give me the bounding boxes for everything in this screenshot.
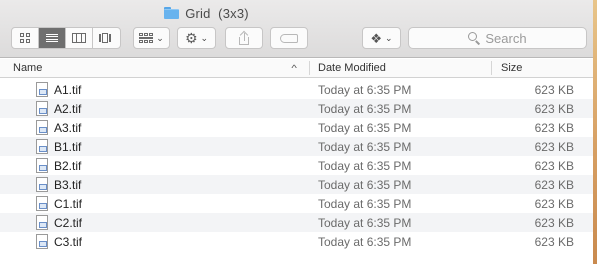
tiff-file-icon bbox=[36, 234, 48, 249]
file-name: C2.tif bbox=[54, 216, 83, 230]
dropbox-button[interactable]: ❖ ⌄ bbox=[362, 27, 401, 49]
action-button[interactable]: ⚙ ⌄ bbox=[177, 27, 216, 49]
file-row[interactable]: C3.tif Today at 6:35 PM 623 KB bbox=[0, 232, 593, 251]
tiff-file-icon bbox=[36, 177, 48, 192]
dropbox-icon: ❖ bbox=[370, 30, 383, 46]
tiff-file-icon bbox=[36, 82, 48, 97]
cover-flow-view-icon bbox=[98, 33, 115, 43]
title-bar: Grid (3x3) bbox=[0, 4, 593, 22]
file-name: A3.tif bbox=[54, 121, 82, 135]
chevron-down-icon: ⌄ bbox=[156, 32, 164, 43]
chevron-down-icon: ⌄ bbox=[200, 32, 209, 43]
file-date: Today at 6:35 PM bbox=[318, 197, 412, 211]
file-size: 623 KB bbox=[534, 121, 574, 135]
tiff-file-icon bbox=[36, 215, 48, 230]
toolbar: Grid (3x3) ⌄ ⚙ ⌄ ❖ ⌄ Search bbox=[0, 0, 593, 58]
file-row[interactable]: B2.tif Today at 6:35 PM 623 KB bbox=[0, 156, 593, 175]
column-header-name[interactable]: Name bbox=[13, 59, 307, 77]
file-date: Today at 6:35 PM bbox=[318, 159, 412, 173]
file-date: Today at 6:35 PM bbox=[318, 121, 412, 135]
column-header-size[interactable]: Size bbox=[501, 59, 522, 77]
file-size: 623 KB bbox=[534, 216, 574, 230]
file-name: A1.tif bbox=[54, 83, 82, 97]
file-date: Today at 6:35 PM bbox=[318, 178, 412, 192]
column-header-date-label: Date Modified bbox=[318, 62, 386, 74]
icon-view-button[interactable] bbox=[12, 28, 39, 48]
file-row[interactable]: A2.tif Today at 6:35 PM 623 KB bbox=[0, 99, 593, 118]
file-list: A1.tif Today at 6:35 PM 623 KB A2.tif To… bbox=[0, 80, 593, 251]
file-name: B1.tif bbox=[54, 140, 82, 154]
file-date: Today at 6:35 PM bbox=[318, 235, 412, 249]
share-button[interactable] bbox=[225, 27, 263, 49]
file-size: 623 KB bbox=[534, 197, 574, 211]
file-date: Today at 6:35 PM bbox=[318, 83, 412, 97]
list-view-button[interactable] bbox=[39, 28, 66, 48]
folder-icon bbox=[164, 7, 180, 19]
tag-icon bbox=[280, 33, 298, 43]
file-size: 623 KB bbox=[534, 102, 574, 116]
column-view-button[interactable] bbox=[66, 28, 93, 48]
tiff-file-icon bbox=[36, 196, 48, 211]
file-name: C3.tif bbox=[54, 235, 83, 249]
cover-flow-view-button[interactable] bbox=[93, 28, 120, 48]
file-size: 623 KB bbox=[534, 178, 574, 192]
tiff-file-icon bbox=[36, 158, 48, 173]
view-mode-control bbox=[11, 27, 121, 49]
gear-icon: ⚙ bbox=[184, 30, 198, 46]
column-view-icon bbox=[72, 33, 86, 43]
tiff-file-icon bbox=[36, 120, 48, 135]
file-size: 623 KB bbox=[534, 235, 574, 249]
tiff-file-icon bbox=[36, 139, 48, 154]
file-name: C1.tif bbox=[54, 197, 83, 211]
file-date: Today at 6:35 PM bbox=[318, 216, 412, 230]
sort-ascending-icon[interactable]: ^ bbox=[291, 63, 297, 73]
arrange-icon bbox=[139, 32, 154, 44]
file-size: 623 KB bbox=[534, 140, 574, 154]
file-date: Today at 6:35 PM bbox=[318, 102, 412, 116]
search-placeholder: Search bbox=[485, 30, 527, 46]
column-header-size-label: Size bbox=[501, 62, 523, 74]
list-view-icon bbox=[46, 33, 58, 43]
tiff-file-icon bbox=[36, 101, 48, 116]
file-row[interactable]: A3.tif Today at 6:35 PM 623 KB bbox=[0, 118, 593, 137]
finder-window: Grid (3x3) ⌄ ⚙ ⌄ ❖ ⌄ Search Name ^ Date … bbox=[0, 0, 593, 264]
file-row[interactable]: C2.tif Today at 6:35 PM 623 KB bbox=[0, 213, 593, 232]
column-divider[interactable] bbox=[309, 61, 310, 75]
list-header: Name ^ Date Modified Size bbox=[0, 59, 593, 78]
file-date: Today at 6:35 PM bbox=[318, 140, 412, 154]
file-row[interactable]: A1.tif Today at 6:35 PM 623 KB bbox=[0, 80, 593, 99]
desktop-background bbox=[593, 0, 597, 264]
file-row[interactable]: C1.tif Today at 6:35 PM 623 KB bbox=[0, 194, 593, 213]
file-size: 623 KB bbox=[534, 83, 574, 97]
file-name: A2.tif bbox=[54, 102, 82, 116]
column-header-name-label: Name bbox=[13, 62, 43, 74]
tags-button[interactable] bbox=[270, 27, 308, 49]
share-icon bbox=[238, 30, 250, 45]
search-icon bbox=[468, 32, 481, 45]
file-size: 623 KB bbox=[534, 159, 574, 173]
file-row[interactable]: B1.tif Today at 6:35 PM 623 KB bbox=[0, 137, 593, 156]
arrange-button[interactable]: ⌄ bbox=[133, 27, 170, 49]
file-row[interactable]: B3.tif Today at 6:35 PM 623 KB bbox=[0, 175, 593, 194]
window-title: Grid (3x3) bbox=[185, 5, 249, 21]
file-name: B3.tif bbox=[54, 178, 82, 192]
column-header-date[interactable]: Date Modified bbox=[318, 59, 386, 77]
search-field[interactable]: Search bbox=[408, 27, 587, 49]
file-name: B2.tif bbox=[54, 159, 82, 173]
column-divider[interactable] bbox=[491, 61, 492, 75]
chevron-down-icon: ⌄ bbox=[385, 32, 393, 43]
icon-view-grid-icon bbox=[20, 33, 30, 43]
